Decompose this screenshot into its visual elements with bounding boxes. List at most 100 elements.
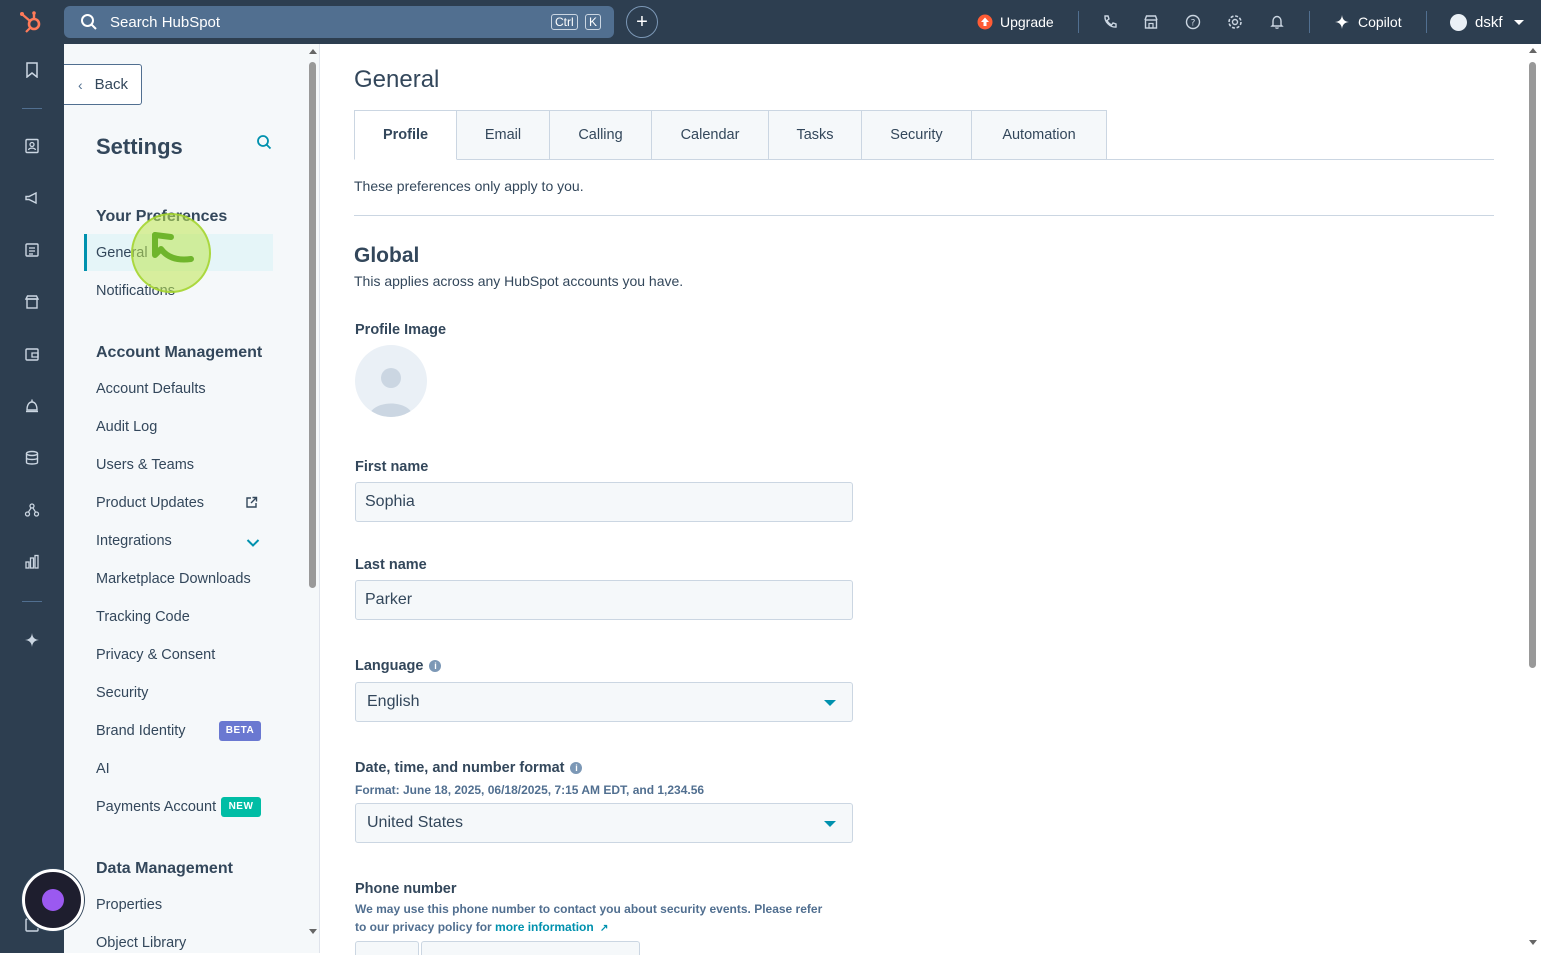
scroll-down-arrow-icon[interactable] [1529, 940, 1537, 945]
tab-calendar[interactable]: Calendar [652, 110, 769, 160]
info-icon[interactable]: i [570, 762, 583, 775]
contacts-icon[interactable] [22, 136, 42, 156]
ctrl-key-hint: Ctrl [551, 14, 578, 30]
dropdown-caret-icon [824, 821, 836, 827]
search-placeholder: Search HubSpot [110, 13, 221, 31]
tab-tasks[interactable]: Tasks [769, 110, 862, 160]
first-name-field[interactable]: Sophia [355, 482, 853, 522]
sidebar-item-security[interactable]: Security [96, 683, 148, 703]
section-data-management: Data Management [96, 860, 233, 877]
profile-image-label: Profile Image [355, 322, 447, 338]
language-value: English [367, 693, 420, 710]
sidebar-item-audit-log[interactable]: Audit Log [96, 417, 157, 437]
scroll-up-arrow-icon[interactable] [309, 49, 317, 54]
phone-helper-text: to our privacy policy for [355, 920, 496, 934]
create-new-button[interactable]: + [626, 6, 658, 38]
sidebar-item-integrations[interactable]: Integrations [96, 531, 172, 551]
tab-automation[interactable]: Automation [972, 110, 1107, 160]
scroll-up-arrow-icon[interactable] [1529, 48, 1537, 53]
content-icon[interactable] [22, 240, 42, 260]
topbar-divider [1426, 11, 1427, 33]
tab-profile[interactable]: Profile [354, 110, 457, 160]
main-nav-rail [0, 44, 64, 953]
phone-number-label: Phone number [355, 881, 457, 897]
hubspot-logo-icon[interactable] [18, 10, 44, 34]
topbar-divider [1078, 11, 1079, 33]
sidebar-item-ai[interactable]: AI [96, 759, 110, 779]
settings-search-icon[interactable] [256, 134, 273, 156]
section-divider [354, 215, 1494, 216]
breeze-sparkle-icon[interactable] [22, 630, 42, 650]
last-name-label: Last name [355, 557, 427, 573]
bookmark-icon[interactable] [22, 60, 42, 80]
language-label-row: Language i [355, 658, 442, 674]
chat-bubble-icon [42, 889, 64, 911]
first-name-value: Sophia [365, 493, 415, 510]
top-navigation-bar: Search HubSpot Ctrl K + Upgrade ? Copilo… [0, 0, 1541, 44]
rail-divider [22, 601, 42, 602]
date-format-label-row: Date, time, and number format i [355, 760, 583, 776]
sidebar-item-users-teams[interactable]: Users & Teams [96, 455, 194, 475]
chevron-down-icon[interactable] [246, 535, 260, 553]
back-button[interactable]: ‹ Back [64, 64, 142, 105]
plus-icon: + [636, 10, 648, 33]
phone-helper-line2: to our privacy policy for more informati… [355, 918, 608, 938]
sidebar-item-object-library[interactable]: Object Library [96, 933, 186, 953]
tabs-divider [1107, 159, 1494, 160]
automation-bell-icon[interactable] [22, 396, 42, 416]
copilot-button[interactable]: Copilot [1334, 0, 1402, 44]
tab-security[interactable]: Security [862, 110, 972, 160]
main-scrollbar-thumb[interactable] [1529, 62, 1536, 668]
sidebar-item-account-defaults[interactable]: Account Defaults [96, 379, 206, 399]
settings-gear-icon[interactable] [1225, 12, 1245, 32]
commerce-store-icon[interactable] [22, 292, 42, 312]
date-format-helper: Format: June 18, 2025, 06/18/2025, 7:15 … [355, 783, 705, 797]
last-name-field[interactable]: Parker [355, 580, 853, 620]
tab-calling[interactable]: Calling [550, 110, 652, 160]
assistant-chat-bubble[interactable] [22, 869, 84, 931]
sidebar-item-brand-identity[interactable]: Brand Identity [96, 721, 185, 741]
first-name-label: First name [355, 459, 429, 475]
sidebar-item-properties[interactable]: Properties [96, 895, 162, 915]
marketplace-icon[interactable] [1141, 12, 1161, 32]
settings-title: Settings [96, 134, 183, 159]
tab-email[interactable]: Email [457, 110, 550, 160]
partner-network-icon[interactable] [22, 500, 42, 520]
phone-icon[interactable] [1100, 12, 1120, 32]
sidebar-item-payments-account[interactable]: Payments Account [96, 797, 216, 817]
global-heading: Global [354, 244, 420, 267]
scroll-down-arrow-icon[interactable] [309, 929, 317, 934]
k-key-hint: K [585, 14, 602, 30]
upgrade-button[interactable]: Upgrade [977, 0, 1054, 44]
info-icon[interactable]: i [429, 660, 442, 673]
svg-text:?: ? [1191, 19, 1196, 29]
more-information-link[interactable]: more information [495, 920, 594, 934]
service-icon[interactable] [22, 344, 42, 364]
notifications-bell-icon[interactable] [1267, 12, 1287, 32]
sidebar-item-product-updates[interactable]: Product Updates [96, 493, 204, 513]
last-name-value: Parker [365, 591, 413, 608]
date-format-select[interactable]: United States [355, 803, 853, 843]
sidebar-item-marketplace-downloads[interactable]: Marketplace Downloads [96, 569, 251, 589]
sidebar-item-tracking-code[interactable]: Tracking Code [96, 607, 190, 627]
account-menu[interactable]: dskf [1450, 0, 1524, 44]
help-icon[interactable]: ? [1183, 12, 1203, 32]
search-bar[interactable]: Search HubSpot Ctrl K [64, 6, 614, 38]
click-indicator [131, 213, 211, 293]
phone-helper-line1: We may use this phone number to contact … [355, 902, 823, 916]
sidebar-item-privacy-consent[interactable]: Privacy & Consent [96, 645, 215, 665]
settings-tabs: Profile Email Calling Calendar Tasks Sec… [354, 110, 1107, 160]
date-format-label: Date, time, and number format [355, 760, 565, 776]
dropdown-caret-icon [824, 700, 836, 706]
sidebar-scrollbar-thumb[interactable] [309, 62, 316, 588]
beta-badge: BETA [219, 721, 261, 741]
data-database-icon[interactable] [22, 448, 42, 468]
marketing-megaphone-icon[interactable] [22, 188, 42, 208]
caret-down-icon [1513, 19, 1524, 25]
section-account-management: Account Management [96, 344, 263, 361]
rail-divider [22, 108, 42, 109]
reporting-chart-icon[interactable] [22, 552, 42, 572]
language-select[interactable]: English [355, 682, 853, 722]
date-format-value: United States [367, 814, 464, 831]
profile-image-avatar[interactable] [355, 345, 427, 417]
